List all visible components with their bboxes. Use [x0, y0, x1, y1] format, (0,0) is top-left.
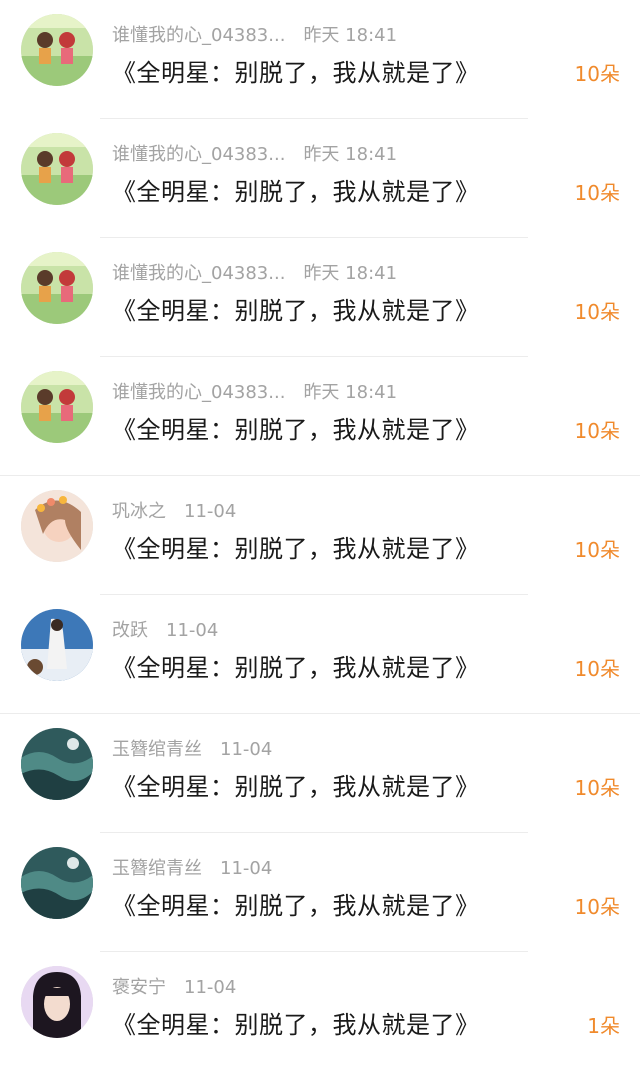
book-title[interactable]: 《全明星：别脱了，我从就是了》: [112, 410, 480, 445]
flower-count: 10朵: [574, 62, 620, 86]
book-title[interactable]: 《全明星：别脱了，我从就是了》: [112, 529, 480, 564]
flower-count: 10朵: [574, 657, 620, 681]
book-title[interactable]: 《全明星：别脱了，我从就是了》: [112, 172, 480, 207]
flower-count: 10朵: [574, 776, 620, 800]
gift-list: 谁懂我的心_04383... 昨天 18:41 《全明星：别脱了，我从就是了》 1…: [0, 0, 640, 1057]
avatar[interactable]: [21, 371, 93, 443]
item-meta: 谁懂我的心_04383... 昨天 18:41: [112, 21, 397, 47]
item-meta: 玉簪绾青丝 11-04: [112, 854, 272, 880]
book-title[interactable]: 《全明星：别脱了，我从就是了》: [112, 291, 480, 326]
avatar[interactable]: [21, 133, 93, 205]
username[interactable]: 巩冰之: [112, 501, 166, 522]
item-meta: 改跃 11-04: [112, 616, 218, 642]
username[interactable]: 玉簪绾青丝: [112, 858, 202, 879]
list-item[interactable]: 谁懂我的心_04383... 昨天 18:41 《全明星：别脱了，我从就是了》 1…: [0, 357, 640, 476]
item-meta: 玉簪绾青丝 11-04: [112, 735, 272, 761]
avatar[interactable]: [21, 252, 93, 324]
timestamp: 11-04: [184, 501, 237, 522]
timestamp: 昨天 18:41: [303, 382, 398, 403]
timestamp: 11-04: [220, 739, 273, 760]
list-item[interactable]: 谁懂我的心_04383... 昨天 18:41 《全明星：别脱了，我从就是了》 1…: [0, 119, 640, 238]
username[interactable]: 改跃: [112, 620, 148, 641]
timestamp: 11-04: [166, 620, 219, 641]
book-title[interactable]: 《全明星：别脱了，我从就是了》: [112, 767, 480, 802]
flower-count: 1朵: [587, 1014, 620, 1038]
book-title[interactable]: 《全明星：别脱了，我从就是了》: [112, 53, 480, 88]
avatar[interactable]: [21, 728, 93, 800]
item-meta: 谁懂我的心_04383... 昨天 18:41: [112, 259, 397, 285]
avatar[interactable]: [21, 14, 93, 86]
timestamp: 昨天 18:41: [303, 263, 398, 284]
avatar[interactable]: [21, 966, 93, 1038]
item-meta: 谁懂我的心_04383... 昨天 18:41: [112, 378, 397, 404]
username[interactable]: 玉簪绾青丝: [112, 739, 202, 760]
username[interactable]: 谁懂我的心_04383...: [112, 263, 285, 284]
timestamp: 昨天 18:41: [303, 25, 398, 46]
item-meta: 谁懂我的心_04383... 昨天 18:41: [112, 140, 397, 166]
book-title[interactable]: 《全明星：别脱了，我从就是了》: [112, 886, 480, 921]
username[interactable]: 褒安宁: [112, 977, 166, 998]
item-meta: 褒安宁 11-04: [112, 973, 236, 999]
list-item[interactable]: 谁懂我的心_04383... 昨天 18:41 《全明星：别脱了，我从就是了》 1…: [0, 0, 640, 119]
book-title[interactable]: 《全明星：别脱了，我从就是了》: [112, 648, 480, 683]
username[interactable]: 谁懂我的心_04383...: [112, 144, 285, 165]
book-title[interactable]: 《全明星：别脱了，我从就是了》: [112, 1005, 480, 1040]
username[interactable]: 谁懂我的心_04383...: [112, 382, 285, 403]
flower-count: 10朵: [574, 895, 620, 919]
list-item[interactable]: 玉簪绾青丝 11-04 《全明星：别脱了，我从就是了》 10朵: [0, 714, 640, 833]
flower-count: 10朵: [574, 538, 620, 562]
item-meta: 巩冰之 11-04: [112, 497, 236, 523]
timestamp: 昨天 18:41: [303, 144, 398, 165]
list-item[interactable]: 玉簪绾青丝 11-04 《全明星：别脱了，我从就是了》 10朵: [0, 833, 640, 952]
username[interactable]: 谁懂我的心_04383...: [112, 25, 285, 46]
timestamp: 11-04: [184, 977, 237, 998]
avatar[interactable]: [21, 490, 93, 562]
timestamp: 11-04: [220, 858, 273, 879]
flower-count: 10朵: [574, 419, 620, 443]
avatar[interactable]: [21, 609, 93, 681]
flower-count: 10朵: [574, 300, 620, 324]
list-item[interactable]: 褒安宁 11-04 《全明星：别脱了，我从就是了》 1朵: [0, 952, 640, 1071]
list-item[interactable]: 巩冰之 11-04 《全明星：别脱了，我从就是了》 10朵: [0, 476, 640, 595]
list-item[interactable]: 改跃 11-04 《全明星：别脱了，我从就是了》 10朵: [0, 595, 640, 714]
avatar[interactable]: [21, 847, 93, 919]
flower-count: 10朵: [574, 181, 620, 205]
list-item[interactable]: 谁懂我的心_04383... 昨天 18:41 《全明星：别脱了，我从就是了》 1…: [0, 238, 640, 357]
